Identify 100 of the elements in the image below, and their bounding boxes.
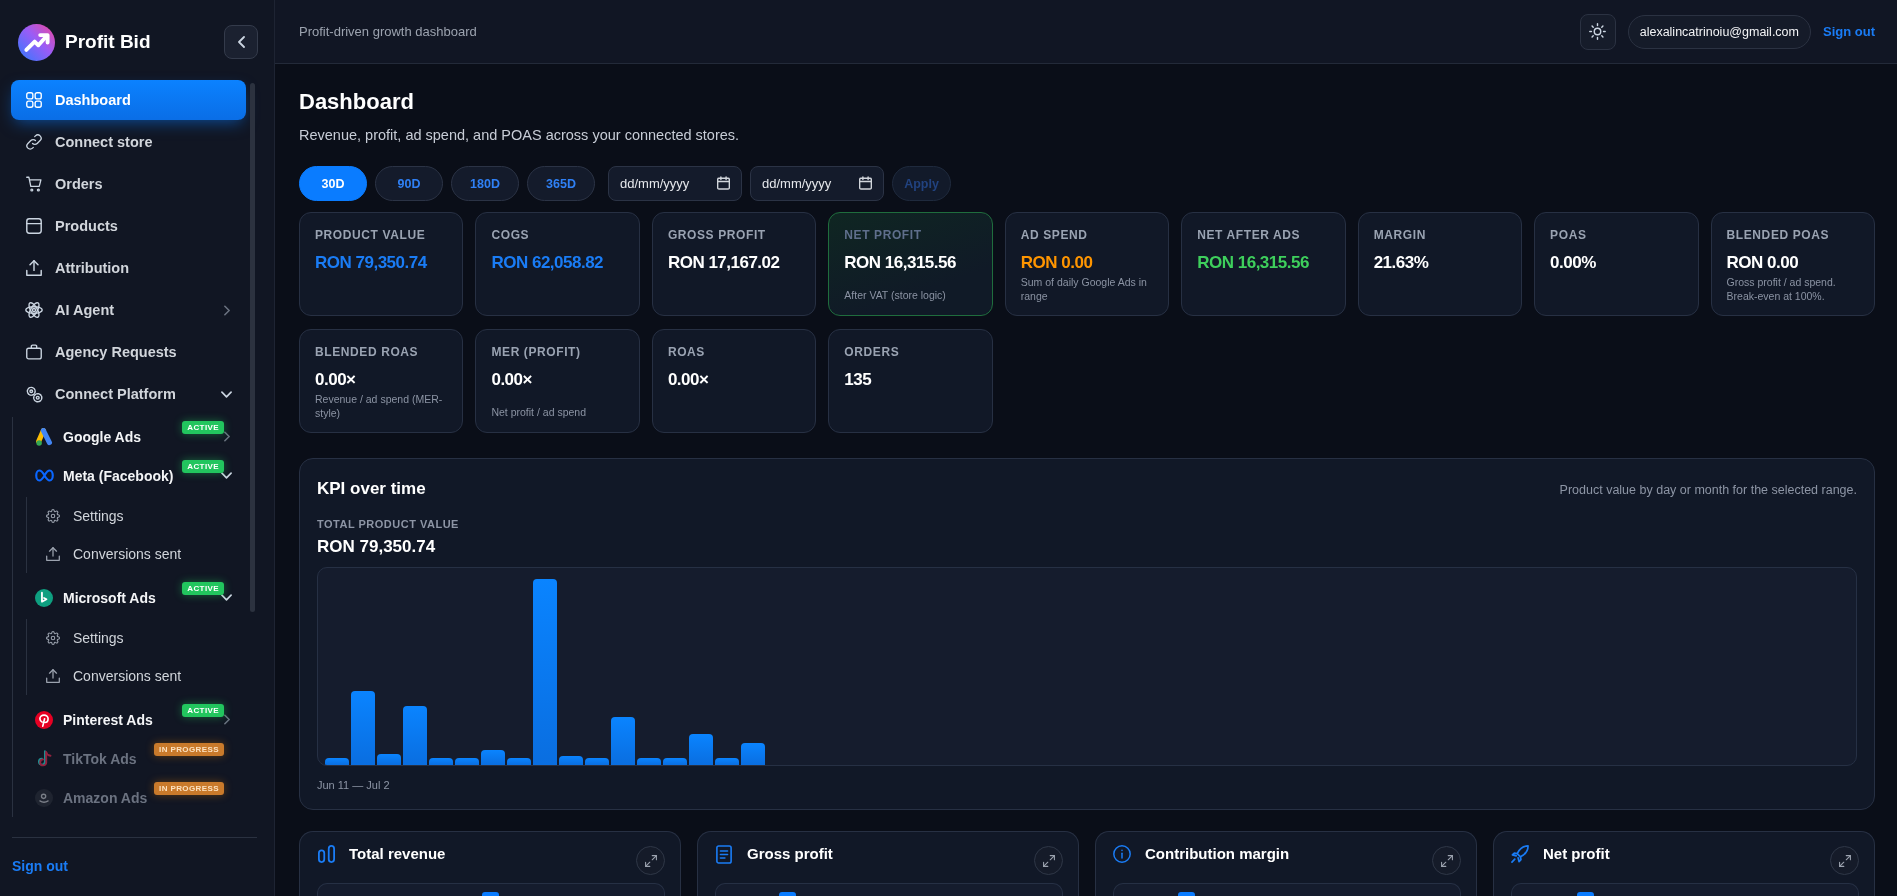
expand-button[interactable] xyxy=(1432,846,1461,875)
kpi-label: MER (PROFIT) xyxy=(491,345,581,360)
kpi-note: Gross profit / ad spend. Break-even at 100%. xyxy=(1726,275,1837,303)
a-logo-icon xyxy=(35,427,53,446)
calendar-icon xyxy=(859,176,872,190)
nav-item[interactable]: Products xyxy=(11,206,246,246)
expand-icon xyxy=(644,854,657,867)
expand-button[interactable] xyxy=(1034,846,1063,875)
kpi-label: MARGIN xyxy=(1373,228,1426,243)
chart-bar xyxy=(611,717,635,765)
upload-icon xyxy=(26,260,42,276)
kpi-label: GROSS PROFIT xyxy=(667,228,766,243)
platform-item[interactable]: Pinterest Ads ACTIVE xyxy=(13,700,246,739)
link-icon xyxy=(26,134,42,150)
chart-bar xyxy=(559,756,583,765)
platform-item[interactable]: Meta (Facebook) ACTIVE xyxy=(13,456,246,495)
nav-item[interactable]: Attribution xyxy=(11,248,246,288)
page-title: Dashboard xyxy=(299,88,414,116)
rocket-icon xyxy=(1511,845,1529,863)
info-icon xyxy=(1113,845,1131,863)
nav-item[interactable]: AI Agent xyxy=(11,290,246,330)
kpi-value: RON 0.00 xyxy=(1726,252,1799,274)
status-badge: ACTIVE xyxy=(182,460,224,473)
kpi-label: ORDERS xyxy=(844,345,900,360)
sign-out-link[interactable]: Sign out xyxy=(1823,24,1875,39)
expand-button[interactable] xyxy=(1830,846,1859,875)
chevron-left-icon xyxy=(237,36,245,48)
sign-out-link[interactable]: Sign out xyxy=(12,858,68,875)
pin-logo-icon xyxy=(35,710,53,729)
kpi-value: 135 xyxy=(844,369,872,391)
date-field[interactable]: dd/mm/yyyy xyxy=(608,166,742,201)
upload-icon xyxy=(46,547,60,561)
scrollbar-thumb[interactable] xyxy=(250,83,255,612)
page-description: Revenue, profit, ad spend, and POAS across your connected stores. xyxy=(299,126,740,144)
date-field[interactable]: dd/mm/yyyy xyxy=(750,166,884,201)
kpi-label: NET PROFIT xyxy=(844,228,922,243)
metric-label: TOTAL PRODUCT VALUE xyxy=(317,518,459,531)
kpi-label: BLENDED POAS xyxy=(1726,228,1830,243)
chart-bar xyxy=(507,758,531,765)
status-badge: ACTIVE xyxy=(182,704,224,717)
sub-nav-item[interactable]: Settings xyxy=(27,619,246,657)
sub-nav-item[interactable]: Settings xyxy=(27,497,246,535)
card-title: Total revenue xyxy=(349,845,446,863)
calendar-icon xyxy=(717,176,730,190)
panel-description: Product value by day or month for the selected range. xyxy=(1559,483,1857,497)
kpi-note: Net profit / ad spend xyxy=(491,405,586,419)
sub-nav-item[interactable]: Conversions sent xyxy=(27,535,246,573)
nav-item[interactable]: Dashboard xyxy=(11,80,246,120)
circle-logo-icon xyxy=(35,588,53,607)
chart-bar xyxy=(715,758,739,765)
platform-item[interactable]: Google Ads ACTIVE xyxy=(13,417,246,456)
collapse-sidebar-button[interactable] xyxy=(224,25,258,59)
kpi-label: BLENDED ROAS xyxy=(315,345,419,360)
sun-icon xyxy=(1589,23,1607,40)
range-button[interactable]: 365D xyxy=(527,166,595,201)
kpi-value: 0.00× xyxy=(315,369,356,391)
grid-icon xyxy=(26,92,42,108)
kpi-label: AD SPEND xyxy=(1020,228,1088,243)
chart-bar xyxy=(689,734,713,765)
box-icon xyxy=(26,218,42,234)
upload-icon xyxy=(46,669,60,683)
kpi-value: 21.63% xyxy=(1373,252,1429,274)
status-badge: ACTIVE xyxy=(182,582,224,595)
account-email-chip[interactable]: alexalincatrinoiu@gmail.com xyxy=(1627,14,1811,49)
infinity-icon xyxy=(34,469,54,482)
panel-title: KPI over time xyxy=(317,479,426,499)
range-button[interactable]: 30D xyxy=(299,166,367,201)
nav-item[interactable]: Connect store xyxy=(11,122,246,162)
music-note-icon xyxy=(36,749,52,768)
chart-bar xyxy=(481,750,505,765)
metric-value: RON 79,350.74 xyxy=(317,537,436,557)
kpi-label: POAS xyxy=(1550,228,1587,243)
gear-icon xyxy=(46,631,60,645)
theme-toggle-button[interactable] xyxy=(1579,13,1616,50)
chart-bar xyxy=(1577,892,1594,896)
nav-item[interactable]: Agency Requests xyxy=(11,332,246,372)
chart-bar xyxy=(585,758,609,765)
briefcase-icon xyxy=(26,344,42,360)
range-button[interactable]: 90D xyxy=(375,166,443,201)
nav-item[interactable]: Orders xyxy=(11,164,246,204)
chart-bar xyxy=(482,892,499,896)
kpi-value: RON 62,058.82 xyxy=(491,252,604,274)
kpi-value: 0.00% xyxy=(1550,252,1596,274)
expand-icon xyxy=(1440,854,1453,867)
platform-item[interactable]: Microsoft Ads ACTIVE xyxy=(13,578,246,617)
status-badge: ACTIVE xyxy=(182,421,224,434)
kpi-label: PRODUCT VALUE xyxy=(315,228,426,243)
expand-button[interactable] xyxy=(636,846,665,875)
header-tagline: Profit-driven growth dashboard xyxy=(299,24,477,39)
range-button[interactable]: 180D xyxy=(451,166,519,201)
date-range-label: Jun 11 — Jul 2 xyxy=(317,779,390,792)
nav-item[interactable]: Connect Platform xyxy=(11,374,246,414)
gear-icon xyxy=(46,509,60,523)
kpi-value: RON 16,315.56 xyxy=(844,252,956,274)
kpi-note: Revenue / ad spend (MER-style) xyxy=(315,392,444,420)
expand-icon xyxy=(1042,854,1055,867)
sub-nav-item[interactable]: Conversions sent xyxy=(27,657,246,695)
smile-logo-icon xyxy=(35,788,53,807)
kpi-label: NET AFTER ADS xyxy=(1197,228,1301,243)
chart-bar xyxy=(779,892,796,896)
